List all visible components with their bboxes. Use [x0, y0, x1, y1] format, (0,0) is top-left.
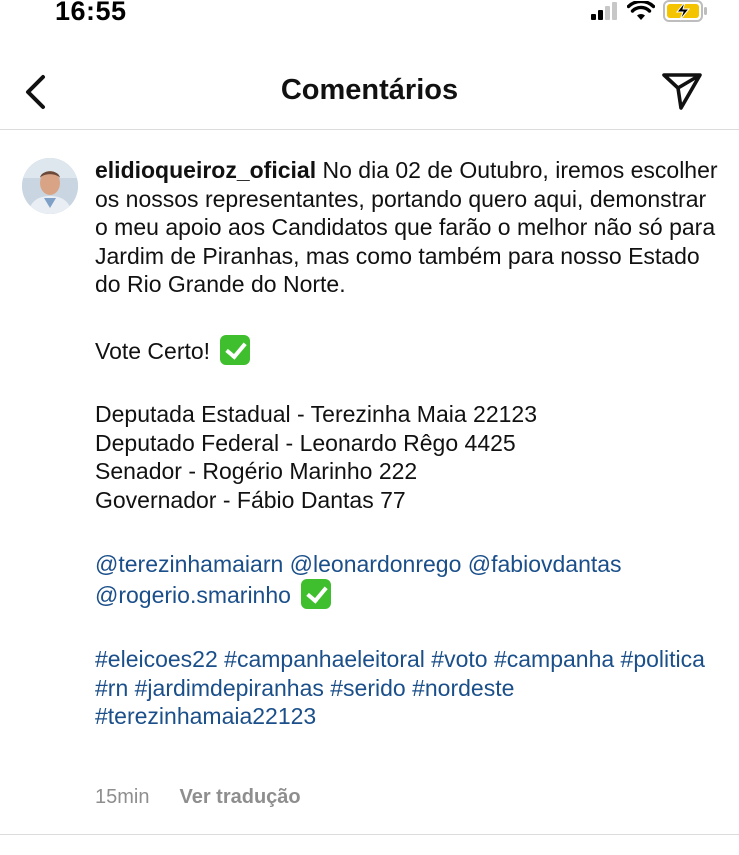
mention-link[interactable]: @fabiovdantas [468, 551, 622, 577]
candidate-line: Governador - Fábio Dantas 77 [95, 486, 406, 513]
status-bar: 16:55 [0, 0, 739, 30]
vote-line-text: Vote Certo! [95, 337, 211, 364]
see-translation-button[interactable]: Ver tradução [179, 786, 300, 809]
mention-link[interactable]: @leonardonrego [290, 551, 462, 577]
comment-intro: elidioqueiroz_oficial No dia 02 de Outub… [95, 156, 725, 299]
hashtag-link[interactable]: #eleicoes22 [95, 646, 218, 672]
hashtag-link[interactable]: #campanhaeleitoral [224, 646, 425, 672]
candidate-line: Deputada Estadual - Terezinha Maia 22123 [95, 401, 537, 427]
vote-line: Vote Certo! [95, 334, 725, 366]
signal-icon [591, 2, 617, 20]
candidate-line: Senador - Rogério Marinho 222 [95, 458, 418, 484]
status-icons [591, 0, 709, 22]
status-time: 16:55 [55, 0, 127, 26]
candidate-line: Deputado Federal - Leonardo Rêgo 4425 [95, 429, 516, 456]
mentions: @terezinhamaiarn @leonardonrego @fabiovd… [95, 550, 725, 609]
hashtag-link[interactable]: #jardimdepiranhas [135, 675, 324, 701]
comment-username[interactable]: elidioqueiroz_oficial [95, 157, 316, 183]
hashtag-link[interactable]: #rn [95, 675, 128, 701]
hashtags: #eleicoes22 #campanhaeleitoral #voto #ca… [95, 645, 725, 731]
hashtag-link[interactable]: #campanha [494, 646, 614, 672]
mention-link[interactable]: @rogerio.smarinho [95, 582, 291, 608]
comment-text: elidioqueiroz_oficial No dia 02 de Outub… [95, 156, 725, 731]
divider [0, 834, 739, 835]
mention-link[interactable]: @terezinhamaiarn [95, 551, 283, 577]
page-title: Comentários [280, 74, 459, 106]
profile-photo-icon [22, 158, 78, 214]
comment-timestamp: 15min [95, 786, 150, 808]
hashtag-link[interactable]: #nordeste [412, 675, 514, 701]
hashtag-link[interactable]: #terezinhamaia22123 [95, 703, 316, 729]
comments-header: Comentários [0, 58, 739, 130]
hashtag-link[interactable]: #voto [431, 646, 487, 672]
wifi-icon [627, 1, 655, 20]
check-mark-icon [301, 578, 332, 609]
share-button[interactable] [661, 70, 703, 112]
check-mark-icon [220, 334, 251, 365]
battery-charging-icon [663, 0, 707, 22]
paper-plane-icon [662, 73, 702, 110]
hashtag-link[interactable]: #serido [330, 675, 405, 701]
avatar[interactable] [22, 158, 78, 214]
comment-meta: 15min Ver tradução [95, 786, 301, 809]
hashtag-link[interactable]: #politica [621, 646, 705, 672]
